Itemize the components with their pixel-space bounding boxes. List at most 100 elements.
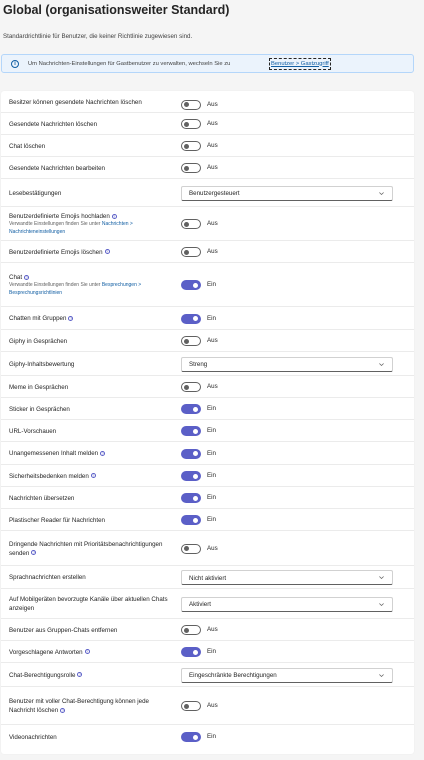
dropdown-select[interactable]: Nicht aktiviert (181, 570, 393, 585)
toggle-switch[interactable] (181, 493, 201, 503)
setting-row-sicherheitsbedenken-melden: Sicherheitsbedenken melden? Ein (1, 465, 414, 487)
setting-label-text: Auf Mobilgeräten bevorzugte Kanäle über … (9, 596, 168, 612)
chevron-down-icon (379, 191, 384, 195)
toggle-state-label: Aus (207, 164, 218, 171)
toggle-switch[interactable] (181, 701, 201, 711)
setting-label: Chat-Berechtigungsrolle? (9, 671, 169, 680)
help-icon[interactable]: ? (104, 249, 110, 255)
toggle-switch[interactable] (181, 382, 201, 392)
setting-row-lesebestaetigungen: Lesebestätigungen Benutzergesteuert (1, 179, 414, 207)
setting-label: Sticker in Gesprächen (9, 405, 169, 414)
dropdown-value: Streng (189, 361, 208, 368)
help-icon[interactable]: ? (84, 649, 90, 655)
setting-row-unangemessenen-inhalt-melden: Unangemessenen Inhalt melden? Ein (1, 442, 414, 465)
toggle-state-label: Ein (207, 281, 216, 288)
toggle-switch[interactable] (181, 247, 201, 257)
help-icon[interactable]: ? (24, 274, 30, 280)
toggle-state-label: Ein (207, 648, 216, 655)
setting-row-meme-in-gespraechen: Meme in Gesprächen Aus (1, 376, 414, 398)
setting-label: Auf Mobilgeräten bevorzugte Kanäle über … (9, 595, 169, 613)
toggle-state-label: Ein (207, 427, 216, 434)
toggle-switch[interactable] (181, 336, 201, 346)
setting-row-auf-mobilgeraeten-bevorzugte-kanaele-ueb: Auf Mobilgeräten bevorzugte Kanäle über … (1, 589, 414, 619)
setting-label: Benutzer aus Gruppen-Chats entfernen (9, 626, 169, 635)
dropdown-value: Benutzergesteuert (189, 190, 240, 197)
page-title: Global (organisationsweiter Standard) (3, 3, 230, 17)
setting-row-besitzer-koennen-gesendete-nachrichten-l: Besitzer können gesendete Nachrichten lö… (1, 96, 414, 113)
setting-row-benutzer-mit-voller-chat-berechtigung-ko: Benutzer mit voller Chat-Berechtigung kö… (1, 687, 414, 725)
setting-label: Sprachnachrichten erstellen (9, 573, 169, 582)
toggle-state-label: Aus (207, 626, 218, 633)
toggle-switch[interactable] (181, 625, 201, 635)
toggle-switch[interactable] (181, 426, 201, 436)
toggle-state-label: Aus (207, 337, 218, 344)
setting-row-benutzerdefinierte-emojis-hochladen: Benutzerdefinierte Emojis hochladen? Verw… (1, 207, 414, 241)
setting-label: Chatten mit Gruppen? (9, 314, 169, 323)
help-icon[interactable]: ? (100, 450, 106, 456)
setting-label: Chat? Verwandte Einstellungen finden Sie … (9, 273, 169, 297)
setting-label-text: Sticker in Gesprächen (9, 405, 70, 413)
toggle-switch[interactable] (181, 471, 201, 481)
setting-label-text: Vorgeschlagene Antworten (9, 648, 83, 656)
setting-label: Meme in Gesprächen (9, 383, 169, 392)
help-icon[interactable]: ? (68, 315, 74, 321)
help-icon[interactable]: ? (60, 707, 66, 713)
help-icon[interactable]: ? (90, 473, 96, 479)
toggle-switch[interactable] (181, 732, 201, 742)
setting-label-text: URL-Vorschauen (9, 427, 57, 435)
toggle-state-label: Aus (207, 544, 218, 552)
toggle-switch[interactable] (181, 280, 201, 290)
toggle-switch[interactable] (181, 163, 201, 173)
help-icon[interactable]: ? (77, 672, 83, 678)
dropdown-select[interactable]: Eingeschränkte Berechtigungen (181, 667, 393, 683)
related-settings-text: Verwandte Einstellungen finden Sie unter (9, 221, 101, 227)
setting-label: Benutzerdefinierte Emojis hochladen? Verw… (9, 212, 169, 236)
toggle-switch[interactable] (181, 219, 201, 229)
setting-label-text: Giphy in Gesprächen (9, 337, 68, 345)
info-banner: i Um Nachrichten-Einstellungen für Gastb… (1, 54, 414, 73)
setting-label-text: Plastischer Reader für Nachrichten (9, 516, 105, 524)
dropdown-select[interactable]: Streng (181, 356, 393, 372)
setting-label-text: Benutzerdefinierte Emojis löschen (9, 248, 103, 256)
toggle-switch[interactable] (181, 515, 201, 525)
dropdown-value: Eingeschränkte Berechtigungen (189, 672, 277, 679)
dropdown-select[interactable]: Aktiviert (181, 596, 393, 612)
toggle-state-label: Ein (207, 405, 216, 412)
toggle-switch[interactable] (181, 647, 201, 657)
setting-label: Giphy in Gesprächen (9, 337, 169, 346)
setting-label-text: Besitzer können gesendete Nachrichten lö… (9, 99, 142, 106)
setting-row-videonachrichten: Videonachrichten Ein (1, 725, 414, 749)
setting-label: Nachrichten übersetzen (9, 494, 169, 503)
setting-label-text: Sicherheitsbedenken melden (9, 472, 89, 480)
toggle-switch[interactable] (181, 99, 201, 110)
chevron-down-icon (379, 576, 384, 580)
page-subtitle: Standardrichtlinie für Benutzer, die kei… (3, 33, 193, 40)
dropdown-value: Nicht aktiviert (189, 574, 227, 582)
toggle-switch[interactable] (181, 119, 201, 129)
toggle-state-label: Ein (207, 449, 216, 457)
toggle-switch[interactable] (181, 313, 201, 324)
setting-label: Chat löschen (9, 142, 169, 151)
toggle-switch[interactable] (181, 141, 201, 151)
setting-label-text: Benutzerdefinierte Emojis hochladen (9, 213, 110, 220)
help-icon[interactable]: ? (31, 550, 37, 556)
info-icon: i (11, 59, 19, 68)
toggle-state-label: Aus (207, 142, 218, 149)
guest-access-link[interactable]: Benutzer > Gastzugriff (269, 58, 331, 70)
help-icon[interactable]: ? (111, 213, 117, 219)
setting-label: Sicherheitsbedenken melden? (9, 472, 169, 481)
toggle-state-label: Ein (207, 314, 216, 322)
setting-row-benutzer-aus-gruppen-chats-entfernen: Benutzer aus Gruppen-Chats entfernen Aus (1, 619, 414, 641)
toggle-switch[interactable] (181, 404, 201, 414)
setting-label: Gesendete Nachrichten bearbeiten (9, 164, 169, 173)
setting-label-text: Giphy-Inhaltsbewertung (9, 360, 75, 368)
toggle-state-label: Aus (207, 220, 218, 227)
setting-label: URL-Vorschauen (9, 427, 169, 436)
related-settings-text: Verwandte Einstellungen finden Sie unter (9, 282, 101, 288)
setting-row-chat: Chat? Verwandte Einstellungen finden Sie … (1, 263, 414, 307)
toggle-switch[interactable] (181, 448, 201, 459)
related-settings-note: Verwandte Einstellungen finden Sie unter… (9, 221, 169, 236)
toggle-switch[interactable] (181, 543, 201, 554)
dropdown-select[interactable]: Benutzergesteuert (181, 185, 393, 201)
setting-row-chatten-mit-gruppen: Chatten mit Gruppen? Ein (1, 307, 414, 330)
